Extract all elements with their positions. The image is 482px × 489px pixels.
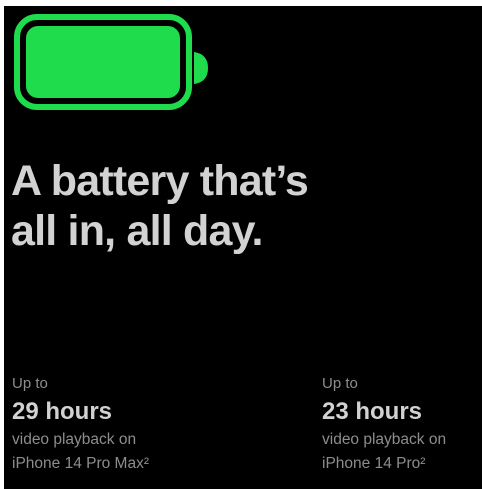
battery-full-icon	[12, 12, 208, 112]
stat-value: 23 hours	[322, 398, 423, 425]
headline-line-1: A battery that’s	[11, 157, 309, 205]
stat-description-line-1: video playback on	[12, 431, 137, 448]
headline: A battery that’s all in, all day.	[11, 156, 309, 256]
stat-description-line-2: iPhone 14 Pro²	[322, 455, 426, 472]
stat-prefix: Up to	[12, 375, 48, 392]
battery-charge-fill	[26, 26, 180, 98]
battery-section: A battery that’s all in, all day. Up to …	[4, 6, 482, 489]
stat-prefix: Up to	[322, 375, 358, 392]
battery-terminal	[194, 52, 208, 84]
stat-description-line-2: iPhone 14 Pro Max²	[12, 455, 149, 472]
headline-line-2: all in, all day.	[11, 207, 263, 255]
stat-pro-max: Up to 29 hours video playback on iPhone …	[12, 374, 149, 476]
stat-pro: Up to 23 hours video playback on iPhone …	[322, 374, 446, 476]
stat-description-line-1: video playback on	[322, 431, 447, 448]
stat-value: 29 hours	[12, 398, 113, 425]
